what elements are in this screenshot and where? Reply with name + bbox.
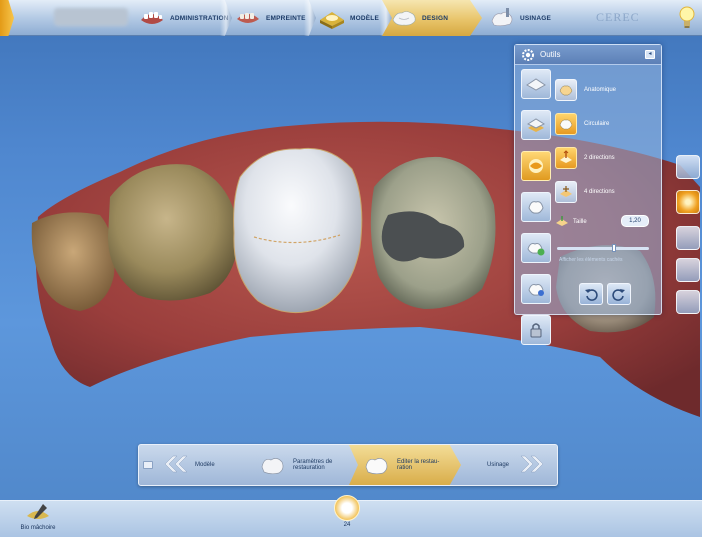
redo-button[interactable] — [607, 283, 631, 305]
stage-label: MODÈLE — [350, 14, 380, 22]
size-icon — [556, 216, 568, 226]
tool-options-list: Anatomique Circulaire 2 directions 4 dir… — [555, 73, 659, 235]
lightbulb-icon[interactable] — [678, 4, 696, 32]
view-button-monitor[interactable] — [676, 258, 700, 282]
option-anatomique[interactable]: Anatomique — [555, 73, 659, 107]
stage-label: ADMINISTRATION — [170, 14, 229, 22]
chevron-right-icon — [520, 454, 547, 476]
two-directions-icon — [555, 147, 577, 169]
stage-design[interactable]: DESIGN — [382, 0, 482, 36]
undo-icon — [585, 289, 598, 301]
chevron-left-icon — [161, 454, 188, 476]
hide-elements-label[interactable]: Afficher les éléments cachés — [559, 257, 651, 263]
size-input[interactable]: 1,20 — [621, 215, 649, 227]
stage-usinage[interactable]: USINAGE — [480, 0, 570, 36]
stage-label: DESIGN — [422, 14, 449, 22]
form-tool-icon — [529, 159, 543, 173]
tooth-disc-icon — [334, 495, 360, 521]
tool-lock-button[interactable] — [521, 315, 551, 345]
circular-icon — [555, 113, 577, 135]
stage-label: USINAGE — [520, 14, 552, 22]
bio-jaw-button[interactable]: Bio mâchoire — [8, 502, 68, 536]
view-button-5[interactable] — [676, 290, 700, 314]
option-label: Anatomique — [584, 87, 617, 93]
step-usinage[interactable]: Usinage — [473, 445, 557, 485]
view-button-3[interactable] — [676, 226, 700, 250]
redo-icon — [612, 289, 625, 301]
workflow-bar: Modèle Paramètres de restauration Editer… — [138, 444, 558, 486]
crown-tool-icon — [528, 201, 544, 214]
step-editer-restauration[interactable]: Editer la restau- ration — [349, 445, 461, 485]
step-label: Editer la restau- ration — [397, 459, 440, 471]
lock-icon — [530, 323, 542, 338]
tool-form-button[interactable] — [521, 151, 551, 181]
view-button-1[interactable] — [676, 155, 700, 179]
stage-label: EMPREINTE — [266, 14, 306, 22]
shape-tool-icon — [526, 78, 546, 91]
scan-tool-icon — [528, 284, 544, 296]
tool-scan-button[interactable] — [521, 274, 551, 304]
model-icon — [320, 12, 344, 29]
size-slider-thumb[interactable] — [611, 244, 616, 252]
option-circulaire[interactable]: Circulaire — [555, 107, 659, 141]
back-arrow-button[interactable] — [0, 0, 14, 36]
step-modele[interactable]: Modèle — [161, 445, 269, 485]
tools-header: Outils ◂ — [515, 45, 661, 65]
brand-logo: CEREC — [596, 10, 640, 24]
tools-title: Outils — [540, 50, 561, 59]
tooth-premolar — [108, 164, 239, 301]
jaw-scan-icon — [237, 13, 259, 23]
jaw-admin-icon — [141, 12, 163, 24]
bottom-bar: Bio mâchoire 24 — [0, 495, 702, 537]
tool-shape-button[interactable] — [521, 69, 551, 99]
view-button-orange[interactable] — [676, 190, 700, 214]
tooth-edit-icon — [365, 458, 388, 475]
tools-panel: Outils ◂ Anatomique Circulaire 2 directi… — [514, 44, 662, 345]
option-2-directions[interactable]: 2 directions — [555, 141, 659, 175]
restoration-crown[interactable] — [233, 147, 363, 314]
tooth-settings-icon — [261, 458, 284, 475]
size-label: Taille — [573, 219, 587, 225]
step-parametres[interactable]: Paramètres de restauration — [259, 445, 355, 485]
option-4-directions[interactable]: 4 directions — [555, 175, 659, 209]
workflow-grip[interactable] — [143, 461, 153, 469]
tooth-number: 24 — [343, 522, 351, 528]
option-label: Circulaire — [584, 121, 610, 127]
layers-tool-icon — [526, 118, 546, 132]
tool-crown-button[interactable] — [521, 192, 551, 222]
anatomic-icon — [555, 79, 577, 101]
tool-contact-button[interactable] — [521, 233, 551, 263]
four-directions-icon — [555, 181, 577, 203]
step-label: Usinage — [487, 462, 510, 468]
bio-jaw-icon — [27, 504, 49, 519]
tooth-selector[interactable]: 24 — [334, 495, 360, 535]
option-label: 4 directions — [584, 189, 615, 195]
size-row: Taille 1,20 — [555, 209, 659, 235]
top-toolbar: ADMINISTRATION EMPREINTE MODÈLE DESIGN U… — [0, 0, 702, 36]
design-icon — [392, 11, 416, 26]
stage-modele[interactable]: MODÈLE — [310, 0, 386, 36]
collapse-panel-button[interactable]: ◂ — [645, 50, 655, 59]
gear-icon — [522, 48, 534, 61]
size-slider[interactable] — [557, 244, 649, 252]
step-label: Paramètres de restauration — [293, 459, 333, 471]
milling-icon — [491, 8, 513, 27]
bio-jaw-label: Bio mâchoire — [20, 525, 56, 531]
step-label: Modèle — [195, 462, 215, 468]
contact-tool-icon — [527, 243, 545, 256]
stage-empreinte[interactable]: EMPREINTE — [226, 0, 310, 36]
option-label: 2 directions — [584, 155, 615, 161]
tool-layers-button[interactable] — [521, 110, 551, 140]
undo-button[interactable] — [579, 283, 603, 305]
stage-administration[interactable]: ADMINISTRATION — [130, 0, 229, 36]
tool-column — [518, 69, 554, 356]
patient-name-blurred — [54, 8, 128, 26]
